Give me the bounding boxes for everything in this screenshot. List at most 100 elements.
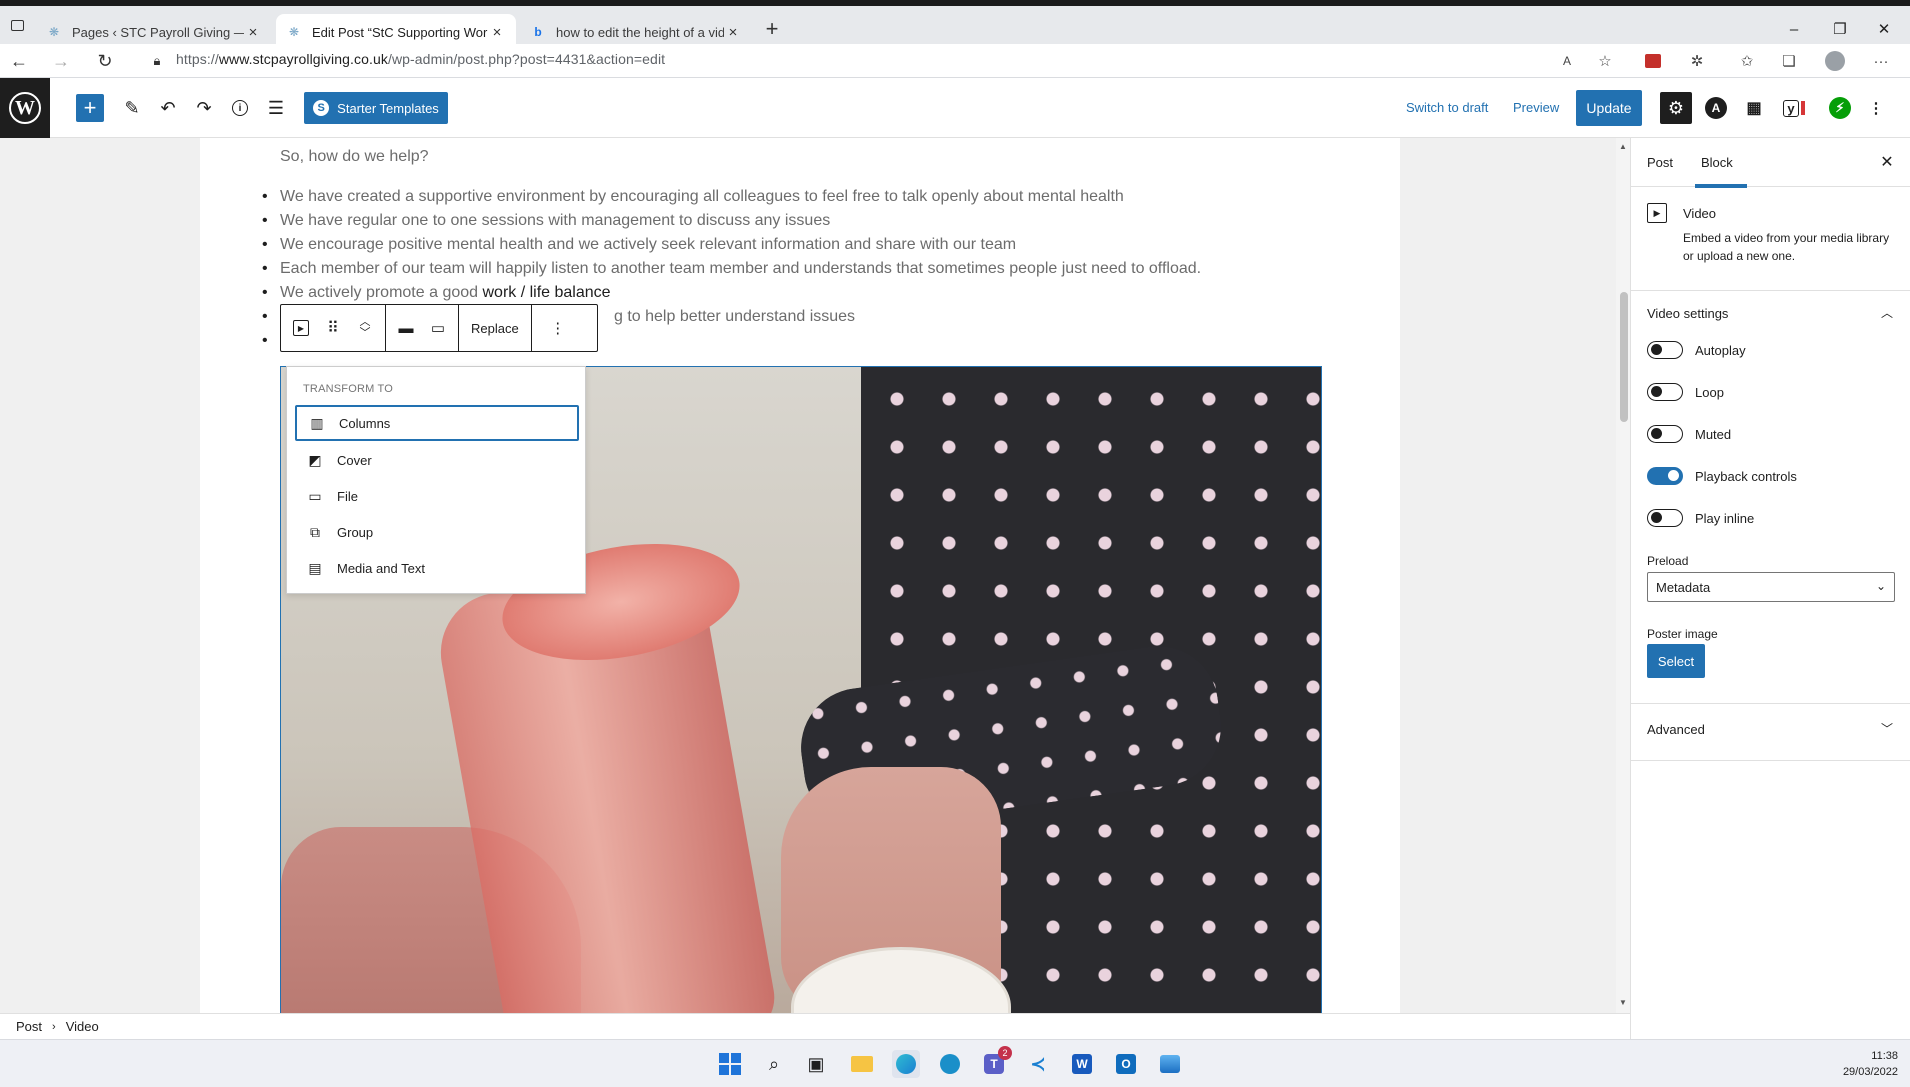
divider (1631, 703, 1910, 704)
tools-pencil-icon[interactable]: ✎ (118, 94, 146, 122)
refresh-icon[interactable]: ↻ (90, 46, 120, 76)
minimize-icon[interactable]: – (1772, 14, 1816, 44)
forward-icon[interactable]: → (46, 46, 76, 76)
move-up-down-icon[interactable]: ︿ ﹀ (349, 305, 381, 351)
windows-start-icon[interactable] (716, 1050, 744, 1078)
canvas-scrollbar[interactable]: ▲ ▼ (1616, 138, 1630, 1013)
tab-actions-icon[interactable] (6, 14, 28, 36)
switch-to-draft-button[interactable]: Switch to draft (1406, 100, 1488, 115)
teams-icon[interactable]: T 2 (980, 1046, 1012, 1078)
collections-icon[interactable]: ❏ (1776, 48, 1802, 74)
yoast-seo-icon[interactable]: y (1780, 94, 1808, 122)
extension-red-icon[interactable] (1640, 48, 1666, 74)
breadcrumb-post[interactable]: Post (16, 1019, 42, 1034)
breadcrumb-video[interactable]: Video (66, 1019, 99, 1034)
replace-button[interactable]: Replace (463, 321, 527, 336)
settings-gear-icon[interactable]: ⚙ (1660, 92, 1692, 124)
list-item[interactable]: • We have regular one to one sessions wit… (262, 212, 830, 230)
photos-icon[interactable] (1156, 1050, 1184, 1078)
undo-icon[interactable]: ↶ (154, 94, 182, 122)
scroll-down-icon[interactable]: ▼ (1616, 998, 1630, 1007)
close-window-icon[interactable]: ✕ (1862, 14, 1906, 44)
browser-menu-icon[interactable]: ··· (1868, 48, 1894, 74)
close-sidebar-icon[interactable]: ✕ (1875, 150, 1899, 174)
close-tab-icon[interactable]: × (244, 24, 262, 41)
starter-templates-icon: S (313, 100, 330, 116)
scrollbar-thumb[interactable] (1620, 292, 1628, 422)
read-aloud-icon[interactable]: A (1554, 48, 1580, 74)
extensions-icon[interactable]: ✲ (1684, 48, 1710, 74)
transform-cover-item[interactable]: ◩ Cover (295, 442, 579, 478)
details-info-icon[interactable]: i (226, 94, 254, 122)
muted-toggle[interactable]: Muted (1647, 422, 1731, 446)
close-tab-icon[interactable]: × (724, 24, 742, 41)
wordpress-logo-button[interactable]: W (0, 78, 50, 138)
list-item[interactable]: • We actively promote a good work / life … (262, 284, 611, 302)
drag-handle-icon[interactable]: ⠿ (317, 305, 349, 351)
toggle-switch[interactable] (1647, 509, 1683, 527)
search-icon[interactable]: ⌕ (760, 1050, 788, 1078)
list-item[interactable]: • Each member of our team will happily li… (262, 260, 1201, 278)
playback-controls-toggle[interactable]: Playback controls (1647, 464, 1797, 488)
preview-button[interactable]: Preview (1513, 100, 1559, 115)
file-explorer-icon[interactable] (848, 1050, 876, 1078)
vscode-icon[interactable]: ≺ (1024, 1050, 1052, 1078)
chevron-down-icon: ⌄ (1875, 579, 1886, 593)
add-block-button[interactable]: + (76, 94, 104, 122)
paragraph-block[interactable]: So, how do we help? (280, 148, 429, 166)
list-item[interactable]: • (262, 332, 280, 350)
restore-icon[interactable]: ❐ (1818, 14, 1862, 44)
tab-post[interactable]: Post (1647, 138, 1673, 187)
transform-media-text-item[interactable]: ▤ Media and Text (295, 550, 579, 586)
loop-toggle[interactable]: Loop (1647, 380, 1724, 404)
more-options-icon[interactable]: ⋮ (536, 305, 580, 351)
edge-browser-icon[interactable] (892, 1050, 920, 1078)
favorites-icon[interactable]: ✩ (1734, 48, 1760, 74)
task-view-icon[interactable]: ▣ (802, 1050, 830, 1078)
close-tab-icon[interactable]: × (488, 24, 506, 41)
toggle-label: Autoplay (1695, 342, 1746, 358)
new-tab-icon[interactable]: + (760, 18, 784, 42)
preload-select[interactable]: Metadata ⌄ (1647, 572, 1895, 602)
profile-avatar[interactable] (1822, 48, 1848, 74)
play-inline-toggle[interactable]: Play inline (1647, 506, 1754, 530)
list-view-icon[interactable]: ☰ (262, 94, 290, 122)
toggle-switch[interactable] (1647, 425, 1683, 443)
toggle-switch[interactable] (1647, 383, 1683, 401)
list-item[interactable]: • We have created a supportive environmen… (262, 188, 1124, 206)
redo-icon[interactable]: ↷ (190, 94, 218, 122)
toggle-switch[interactable] (1647, 467, 1683, 485)
toggle-switch[interactable] (1647, 341, 1683, 359)
options-menu-icon[interactable]: ⋮ (1862, 94, 1890, 122)
chevron-down-icon[interactable]: ﹀ (1875, 716, 1899, 740)
list-item[interactable]: • We encourage positive mental health and… (262, 236, 1016, 254)
edge-beta-icon[interactable] (936, 1050, 964, 1078)
add-favorite-icon[interactable]: ☆ (1592, 48, 1618, 74)
astra-plugin-icon[interactable]: A (1702, 94, 1730, 122)
tab-block[interactable]: Block (1695, 138, 1747, 188)
advanced-panel-heading[interactable]: Advanced (1647, 722, 1705, 737)
jetpack-plugin-icon[interactable]: ⚡︎ (1826, 94, 1854, 122)
autoplay-toggle[interactable]: Autoplay (1647, 338, 1746, 362)
word-icon[interactable]: W (1068, 1050, 1096, 1078)
scroll-up-icon[interactable]: ▲ (1616, 142, 1630, 151)
outlook-icon[interactable]: O (1112, 1050, 1140, 1078)
align-icon[interactable]: ▬ (390, 305, 422, 351)
caption-icon[interactable]: ▭ (422, 305, 454, 351)
transform-group-item[interactable]: ⧉ Group (295, 514, 579, 550)
list-item[interactable]: • (262, 308, 280, 326)
update-button[interactable]: Update (1576, 90, 1642, 126)
transform-columns-item[interactable]: ▥ Columns (295, 405, 579, 441)
video-settings-heading[interactable]: Video settings (1647, 306, 1728, 321)
transform-file-item[interactable]: ▭ File (295, 478, 579, 514)
url-field[interactable]: https://www.stcpayrollgiving.co.uk/wp-ad… (176, 51, 665, 67)
back-icon[interactable]: ← (4, 46, 34, 76)
block-plugin-icon[interactable]: ▦ (1740, 94, 1768, 122)
system-clock[interactable]: 11:38 29/03/2022 (1843, 1048, 1898, 1080)
starter-templates-button[interactable]: S Starter Templates (304, 92, 448, 124)
poster-select-button[interactable]: Select (1647, 644, 1705, 678)
chevron-up-icon[interactable]: ︿ (1875, 300, 1899, 324)
preload-selected-value: Metadata (1656, 579, 1711, 595)
video-block-type-icon[interactable]: ▶ (285, 305, 317, 351)
canvas-margin-right (1400, 138, 1616, 1013)
